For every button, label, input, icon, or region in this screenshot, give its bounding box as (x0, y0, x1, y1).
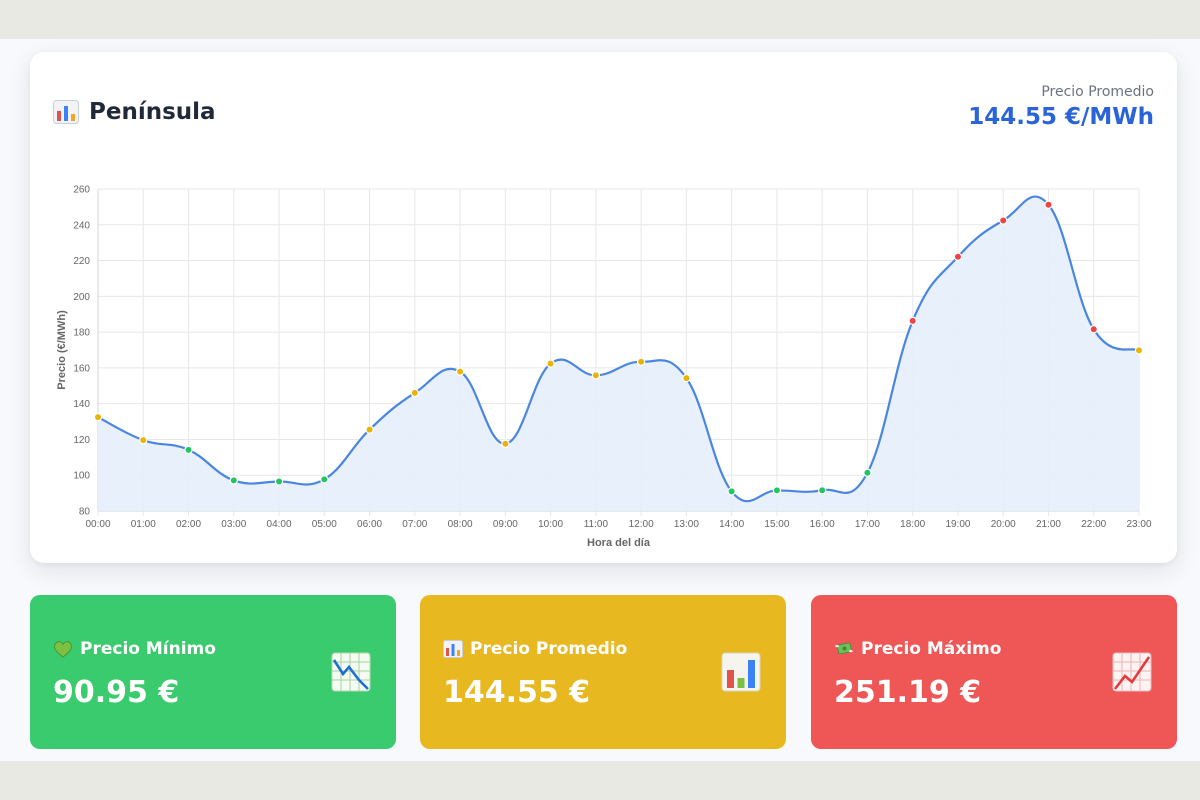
data-point (229, 476, 238, 485)
data-point (455, 367, 465, 376)
min-price-label-row: Precio Mínimo (53, 639, 216, 659)
x-axis-title: Hora del día (587, 537, 651, 549)
x-tick-label: 15:00 (764, 519, 789, 530)
x-tick-label: 12:00 (629, 519, 654, 530)
x-tick-label: 17:00 (855, 519, 880, 530)
data-point (817, 486, 827, 495)
app-container: 80 100 120 140 160 180 200 220 240 260 00:00 01:00 0… (0, 39, 1200, 761)
bar-chart-icon (53, 100, 79, 124)
y-tick-label: 200 (73, 292, 90, 303)
data-point (1044, 200, 1053, 209)
data-point (591, 371, 601, 380)
data-point (682, 373, 691, 383)
x-tick-label: 04:00 (267, 519, 292, 530)
y-tick-label: 140 (73, 399, 90, 410)
x-tick-label: 19:00 (945, 519, 970, 530)
y-tick-label: 80 (79, 507, 91, 518)
x-tick-label: 08:00 (448, 519, 473, 530)
x-tick-label: 01:00 (131, 519, 156, 530)
x-tick-label: 09:00 (493, 519, 518, 530)
data-point (184, 445, 193, 455)
x-tick-label: 20:00 (991, 519, 1016, 530)
chart-increasing-icon (1112, 652, 1152, 692)
x-tick-label: 06:00 (357, 519, 382, 530)
min-price-label: Precio Mínimo (80, 639, 216, 659)
price-area-fill (98, 196, 1139, 511)
data-point (1134, 346, 1144, 355)
x-tick-label: 10:00 (538, 519, 563, 530)
data-point (410, 388, 420, 398)
avg-price-card-value: 144.55 € (443, 675, 591, 710)
x-tick-label: 05:00 (312, 519, 337, 530)
y-tick-label: 120 (73, 435, 90, 446)
x-tick-label: 14:00 (719, 519, 744, 530)
bar-chart-icon (721, 652, 761, 692)
y-tick-label: 220 (73, 256, 90, 267)
x-tick-label: 23:00 (1126, 519, 1151, 530)
x-tick-label: 03:00 (221, 519, 246, 530)
page-title: Península (89, 99, 216, 125)
x-tick-label: 22:00 (1081, 519, 1106, 530)
money-wings-icon (835, 642, 853, 655)
data-point (365, 425, 374, 434)
data-point (501, 439, 510, 448)
data-point (636, 357, 646, 367)
y-tick-label: 160 (73, 363, 90, 374)
card-header: Península (53, 99, 216, 125)
y-tick-label: 260 (73, 185, 90, 196)
y-tick-label: 100 (73, 471, 90, 482)
y-tick-label: 180 (73, 328, 90, 339)
min-price-value: 90.95 € (53, 675, 180, 710)
average-price-value: 144.55 €/MWh (968, 104, 1154, 130)
average-price-summary: Precio Promedio 144.55 €/MWh (968, 84, 1154, 130)
max-price-card: Precio Máximo 251.19 € (811, 595, 1177, 749)
x-tick-label: 02:00 (176, 519, 201, 530)
data-point (999, 216, 1008, 225)
data-point (93, 412, 103, 422)
data-point (908, 316, 917, 326)
price-chart-card: 80 100 120 140 160 180 200 220 240 260 00:00 01:00 0… (30, 52, 1177, 563)
data-point (1089, 325, 1098, 334)
x-tick-label: 21:00 (1036, 519, 1061, 530)
max-price-label: Precio Máximo (861, 639, 1002, 659)
x-tick-label: 16:00 (810, 519, 835, 530)
avg-price-card-label: Precio Promedio (470, 639, 628, 659)
bar-chart-icon (443, 640, 463, 658)
y-tick-label: 240 (73, 220, 90, 231)
x-tick-label: 07:00 (402, 519, 427, 530)
y-axis-title: Precio (€/MWh) (56, 310, 68, 390)
data-point (953, 252, 963, 261)
avg-price-card: Precio Promedio 144.55 € (420, 595, 786, 749)
max-price-label-row: Precio Máximo (834, 639, 1001, 659)
data-point (863, 468, 872, 477)
data-point (274, 477, 284, 486)
x-tick-label: 11:00 (584, 519, 609, 530)
avg-price-label-row: Precio Promedio (443, 639, 627, 659)
x-tick-label: 00:00 (85, 519, 110, 530)
data-point (772, 486, 782, 495)
x-tick-label: 18:00 (900, 519, 925, 530)
data-point (727, 487, 736, 496)
chart-decreasing-icon (331, 652, 371, 692)
data-point (546, 359, 555, 368)
min-price-card: Precio Mínimo 90.95 € (30, 595, 396, 749)
data-point (139, 435, 148, 445)
x-tick-label: 13:00 (674, 519, 699, 530)
green-heart-icon (54, 641, 72, 658)
max-price-value: 251.19 € (834, 675, 982, 710)
data-point (320, 475, 329, 484)
average-price-label: Precio Promedio (1041, 84, 1154, 100)
